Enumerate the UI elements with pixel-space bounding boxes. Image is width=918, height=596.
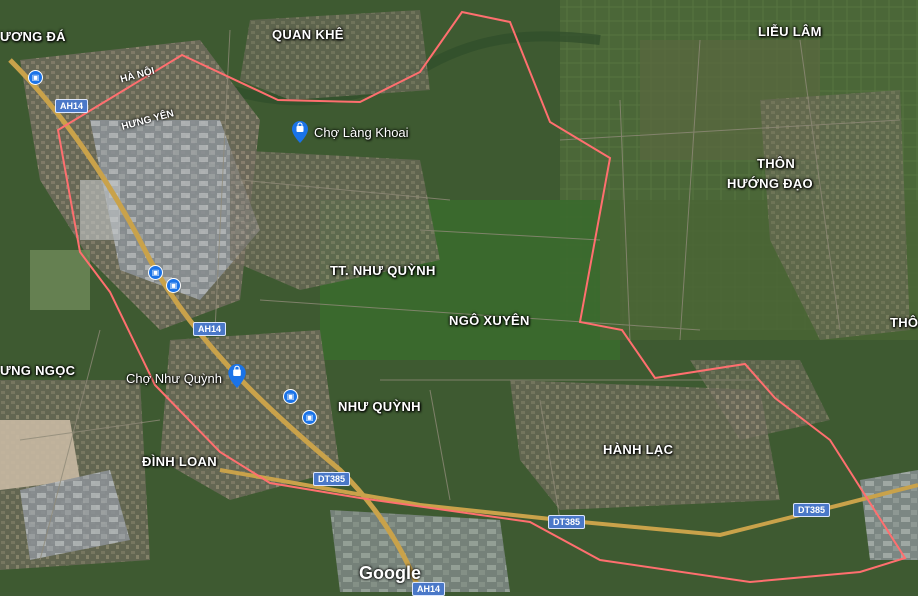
bus-stop-icon[interactable]: ▣ (148, 265, 163, 280)
place-label-dinh-loan: ĐÌNH LOAN (142, 454, 217, 469)
place-label-thon-right: THÔ (890, 315, 918, 330)
place-label-ng-ngoc: ƯNG NGỌC (0, 363, 76, 378)
bus-stop-icon[interactable]: ▣ (166, 278, 181, 293)
place-label-lieu-lam: LIỄU LÂM (758, 24, 822, 39)
satellite-map[interactable] (0, 0, 918, 592)
place-label-tt-nhu-quynh: TT. NHƯ QUỲNH (330, 263, 436, 278)
road-shield-dt385: DT385 (313, 472, 351, 486)
bus-stop-icon[interactable]: ▣ (283, 389, 298, 404)
shopping-bag-pin-icon[interactable] (292, 121, 308, 143)
place-label-thon: THÔN (757, 156, 796, 171)
place-label-quan-khe: QUAN KHÊ (272, 27, 344, 42)
google-logo: Google (359, 563, 421, 583)
road-shield-dt385: DT385 (793, 503, 831, 517)
road-shield-dt385: DT385 (548, 515, 586, 529)
place-label-ngo-xuyen: NGÔ XUYÊN (449, 313, 530, 328)
bus-stop-icon[interactable]: ▣ (28, 70, 43, 85)
shopping-bag-pin-icon[interactable] (228, 364, 246, 388)
poi-label-cho-lang-khoai[interactable]: Chợ Làng Khoai (314, 125, 409, 140)
road-shield-ah14: AH14 (412, 582, 446, 596)
poi-label-cho-nhu-quynh[interactable]: Chợ Như Quỳnh (126, 371, 222, 386)
place-label-tuong-da: ƯƠNG ĐÁ (0, 29, 66, 44)
road-shield-ah14: AH14 (193, 322, 227, 336)
place-label-huong-dao: HƯỚNG ĐẠO (727, 176, 813, 191)
place-label-nhu-quynh: NHƯ QUỲNH (338, 399, 421, 414)
bus-stop-icon[interactable]: ▣ (302, 410, 317, 425)
place-label-hanh-lac: HÀNH LẠC (603, 442, 674, 457)
road-shield-ah14: AH14 (55, 99, 89, 113)
